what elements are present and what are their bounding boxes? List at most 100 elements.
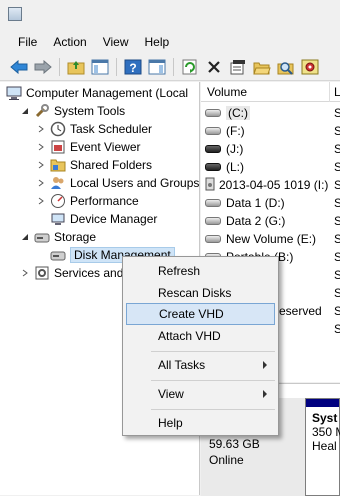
collapsed-chevron-icon[interactable] — [36, 178, 46, 188]
disk-size: 59.63 GB — [209, 437, 260, 451]
tree-item-storage[interactable]: Storage — [20, 228, 96, 246]
layout-cell: S — [334, 106, 340, 120]
disk-management-icon — [50, 247, 66, 263]
search-disk-icon[interactable] — [275, 56, 297, 78]
list-item[interactable]: (J:) S — [201, 140, 340, 158]
volume-label: (F:) — [226, 124, 245, 138]
menu-item-all-tasks[interactable]: All Tasks — [126, 354, 275, 376]
list-item[interactable]: Data 1 (D:) S — [201, 194, 340, 212]
tree-item-device-manager[interactable]: Device Manager — [50, 210, 157, 228]
collapsed-chevron-icon[interactable] — [20, 268, 30, 278]
services-icon — [34, 265, 50, 281]
partition-size: 350 M — [312, 425, 340, 439]
delete-icon[interactable] — [203, 56, 225, 78]
volume-label: eserved — [279, 304, 322, 318]
partition-block[interactable]: Syst 350 M Heal — [305, 398, 340, 496]
context-menu: Refresh Rescan Disks Create VHD Attach V… — [122, 256, 279, 436]
tree-label: Storage — [54, 230, 97, 244]
back-icon[interactable] — [8, 56, 30, 78]
collapsed-chevron-icon[interactable] — [36, 142, 46, 152]
menu-separator — [151, 380, 275, 381]
tree-item-performance[interactable]: Performance — [36, 192, 139, 210]
volume-label: (C:) — [226, 106, 250, 120]
toolbar-separator — [59, 57, 60, 76]
volume-label: 2013-04-05 1019 (I:) — [219, 178, 329, 192]
tree-item-local-users[interactable]: Local Users and Groups — [36, 174, 199, 192]
partition-health: Heal — [312, 439, 337, 453]
tree-label: System Tools — [54, 104, 126, 118]
layout-cell: S — [334, 232, 340, 246]
show-hide-tree-icon[interactable] — [89, 56, 111, 78]
tree-item-system-tools[interactable]: System Tools — [20, 102, 125, 120]
menu-item-attach-vhd[interactable]: Attach VHD — [126, 325, 275, 347]
cd-drive-icon — [205, 177, 215, 194]
volume-label: (J:) — [226, 142, 244, 156]
menu-view[interactable]: View — [95, 33, 137, 51]
tree-item-services[interactable]: Services and A — [20, 264, 134, 282]
menu-item-label: Help — [158, 416, 183, 430]
drive-icon — [205, 109, 221, 117]
menu-help[interactable]: Help — [137, 33, 178, 51]
disk-info: 59.63 GB Online — [209, 436, 260, 468]
tree-item-computer-management[interactable]: Computer Management (Local — [6, 84, 188, 102]
tools-icon — [34, 103, 50, 119]
show-action-pane-icon[interactable] — [146, 56, 168, 78]
properties-icon[interactable] — [227, 56, 249, 78]
layout-cell: S — [334, 178, 340, 192]
device-manager-icon — [50, 211, 66, 227]
tree-item-event-viewer[interactable]: Event Viewer — [36, 138, 140, 156]
menu-item-label: Refresh — [158, 264, 201, 278]
menu-item-label: Create VHD — [159, 307, 224, 321]
tree-label: Shared Folders — [70, 158, 153, 172]
drive-icon — [205, 163, 221, 171]
column-header-layout[interactable]: L — [334, 85, 340, 99]
list-header: Volume L — [201, 82, 340, 102]
menu-item-view[interactable]: View — [126, 383, 275, 405]
up-folder-icon[interactable] — [65, 56, 87, 78]
menu-item-rescan-disks[interactable]: Rescan Disks — [126, 282, 275, 304]
menu-item-refresh[interactable]: Refresh — [126, 260, 275, 282]
menu-item-label: Attach VHD — [158, 329, 221, 343]
collapsed-chevron-icon[interactable] — [36, 160, 46, 170]
volume-label: New Volume (E:) — [226, 232, 317, 246]
title-bar — [0, 0, 340, 30]
layout-cell: S — [334, 304, 340, 318]
menu-item-label: View — [158, 387, 184, 401]
tree-item-task-scheduler[interactable]: Task Scheduler — [36, 120, 152, 138]
layout-cell: S — [334, 160, 340, 174]
layout-cell: S — [334, 214, 340, 228]
collapsed-chevron-icon[interactable] — [36, 124, 46, 134]
drive-icon — [205, 235, 221, 243]
tree-label: Task Scheduler — [70, 122, 153, 136]
list-item[interactable]: 2013-04-05 1019 (I:) S — [201, 176, 340, 194]
list-item[interactable]: (F:) S — [201, 122, 340, 140]
list-item[interactable]: Data 2 (G:) S — [201, 212, 340, 230]
column-header-volume[interactable]: Volume — [207, 85, 247, 99]
storage-icon — [34, 229, 50, 245]
list-item[interactable]: New Volume (E:) S — [201, 230, 340, 248]
layout-cell: S — [334, 322, 340, 336]
disk-settings-icon[interactable] — [299, 56, 321, 78]
collapsed-chevron-icon[interactable] — [36, 196, 46, 206]
menu-separator — [151, 351, 275, 352]
refresh-icon[interactable] — [179, 56, 201, 78]
tree-item-shared-folders[interactable]: Shared Folders — [36, 156, 152, 174]
menu-item-create-vhd[interactable]: Create VHD — [126, 303, 275, 325]
open-folder-icon[interactable] — [251, 56, 273, 78]
volume-label: (L:) — [226, 160, 244, 174]
list-item[interactable]: (L:) S — [201, 158, 340, 176]
layout-cell: S — [334, 250, 340, 264]
column-divider[interactable] — [329, 82, 330, 102]
tree-label: Computer Management (Local — [26, 86, 189, 100]
computer-management-icon — [8, 7, 22, 21]
menu-file[interactable]: File — [10, 33, 45, 51]
menu-action[interactable]: Action — [45, 33, 94, 51]
menu-item-label: All Tasks — [158, 358, 206, 372]
help-icon[interactable]: ? — [122, 56, 144, 78]
forward-icon[interactable] — [32, 56, 54, 78]
list-item[interactable]: (C:) S — [201, 104, 340, 122]
expanded-chevron-icon[interactable] — [20, 106, 30, 116]
menu-item-help[interactable]: Help — [126, 412, 275, 434]
computer-icon — [6, 85, 22, 101]
expanded-chevron-icon[interactable] — [20, 232, 30, 242]
